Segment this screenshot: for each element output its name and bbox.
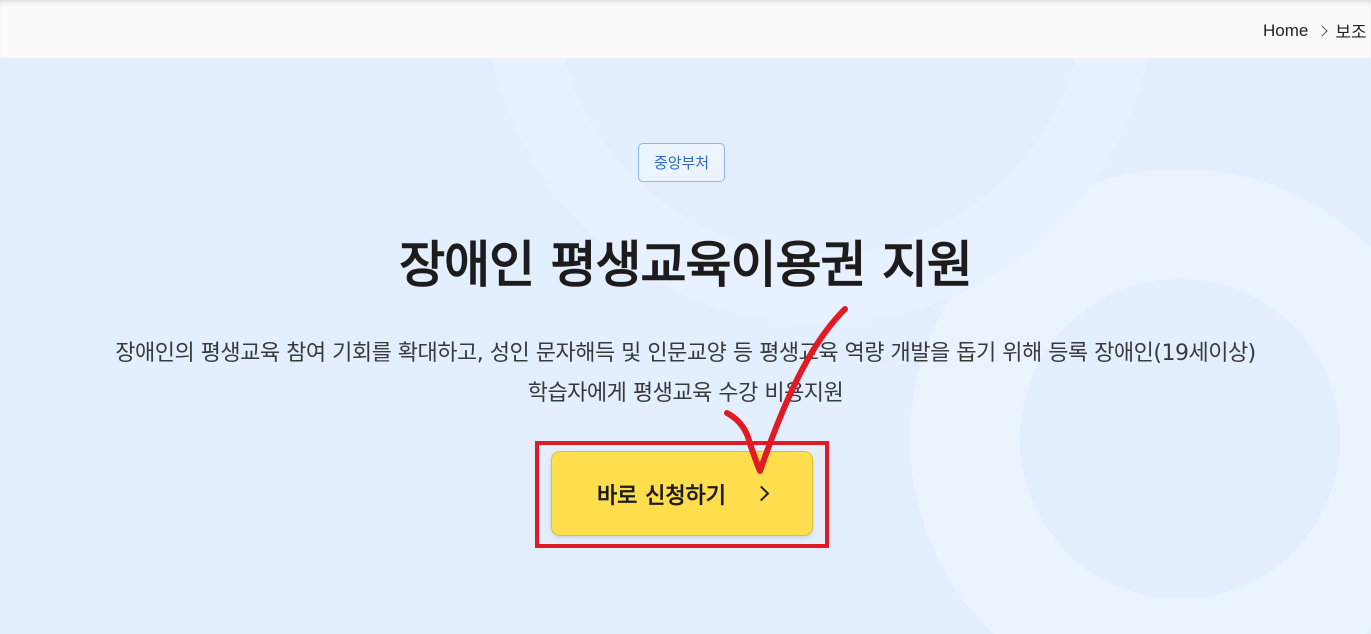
- page-title: 장애인 평생교육이용권 지원: [399, 236, 973, 294]
- red-highlight-annotation: [535, 441, 829, 548]
- chevron-right-icon: [1316, 24, 1329, 37]
- category-badge: 중앙부처: [638, 143, 725, 182]
- hero-section: 중앙부처 장애인 평생교육이용권 지원 장애인의 평생교육 참여 기회를 확대하…: [0, 59, 1371, 634]
- service-description: 장애인의 평생교육 참여 기회를 확대하고, 성인 문자해득 및 인문교양 등 …: [0, 334, 1371, 414]
- breadcrumb-current[interactable]: 보조: [1335, 18, 1366, 43]
- description-line-1: 장애인의 평생교육 참여 기회를 확대하고, 성인 문자해득 및 인문교양 등 …: [115, 341, 1256, 366]
- breadcrumb-home[interactable]: Home: [1263, 21, 1308, 41]
- breadcrumb: Home 보조: [1263, 18, 1367, 43]
- description-line-2: 학습자에게 평생교육 수강 비용지원: [527, 381, 844, 406]
- top-bar: Home 보조: [0, 0, 1371, 59]
